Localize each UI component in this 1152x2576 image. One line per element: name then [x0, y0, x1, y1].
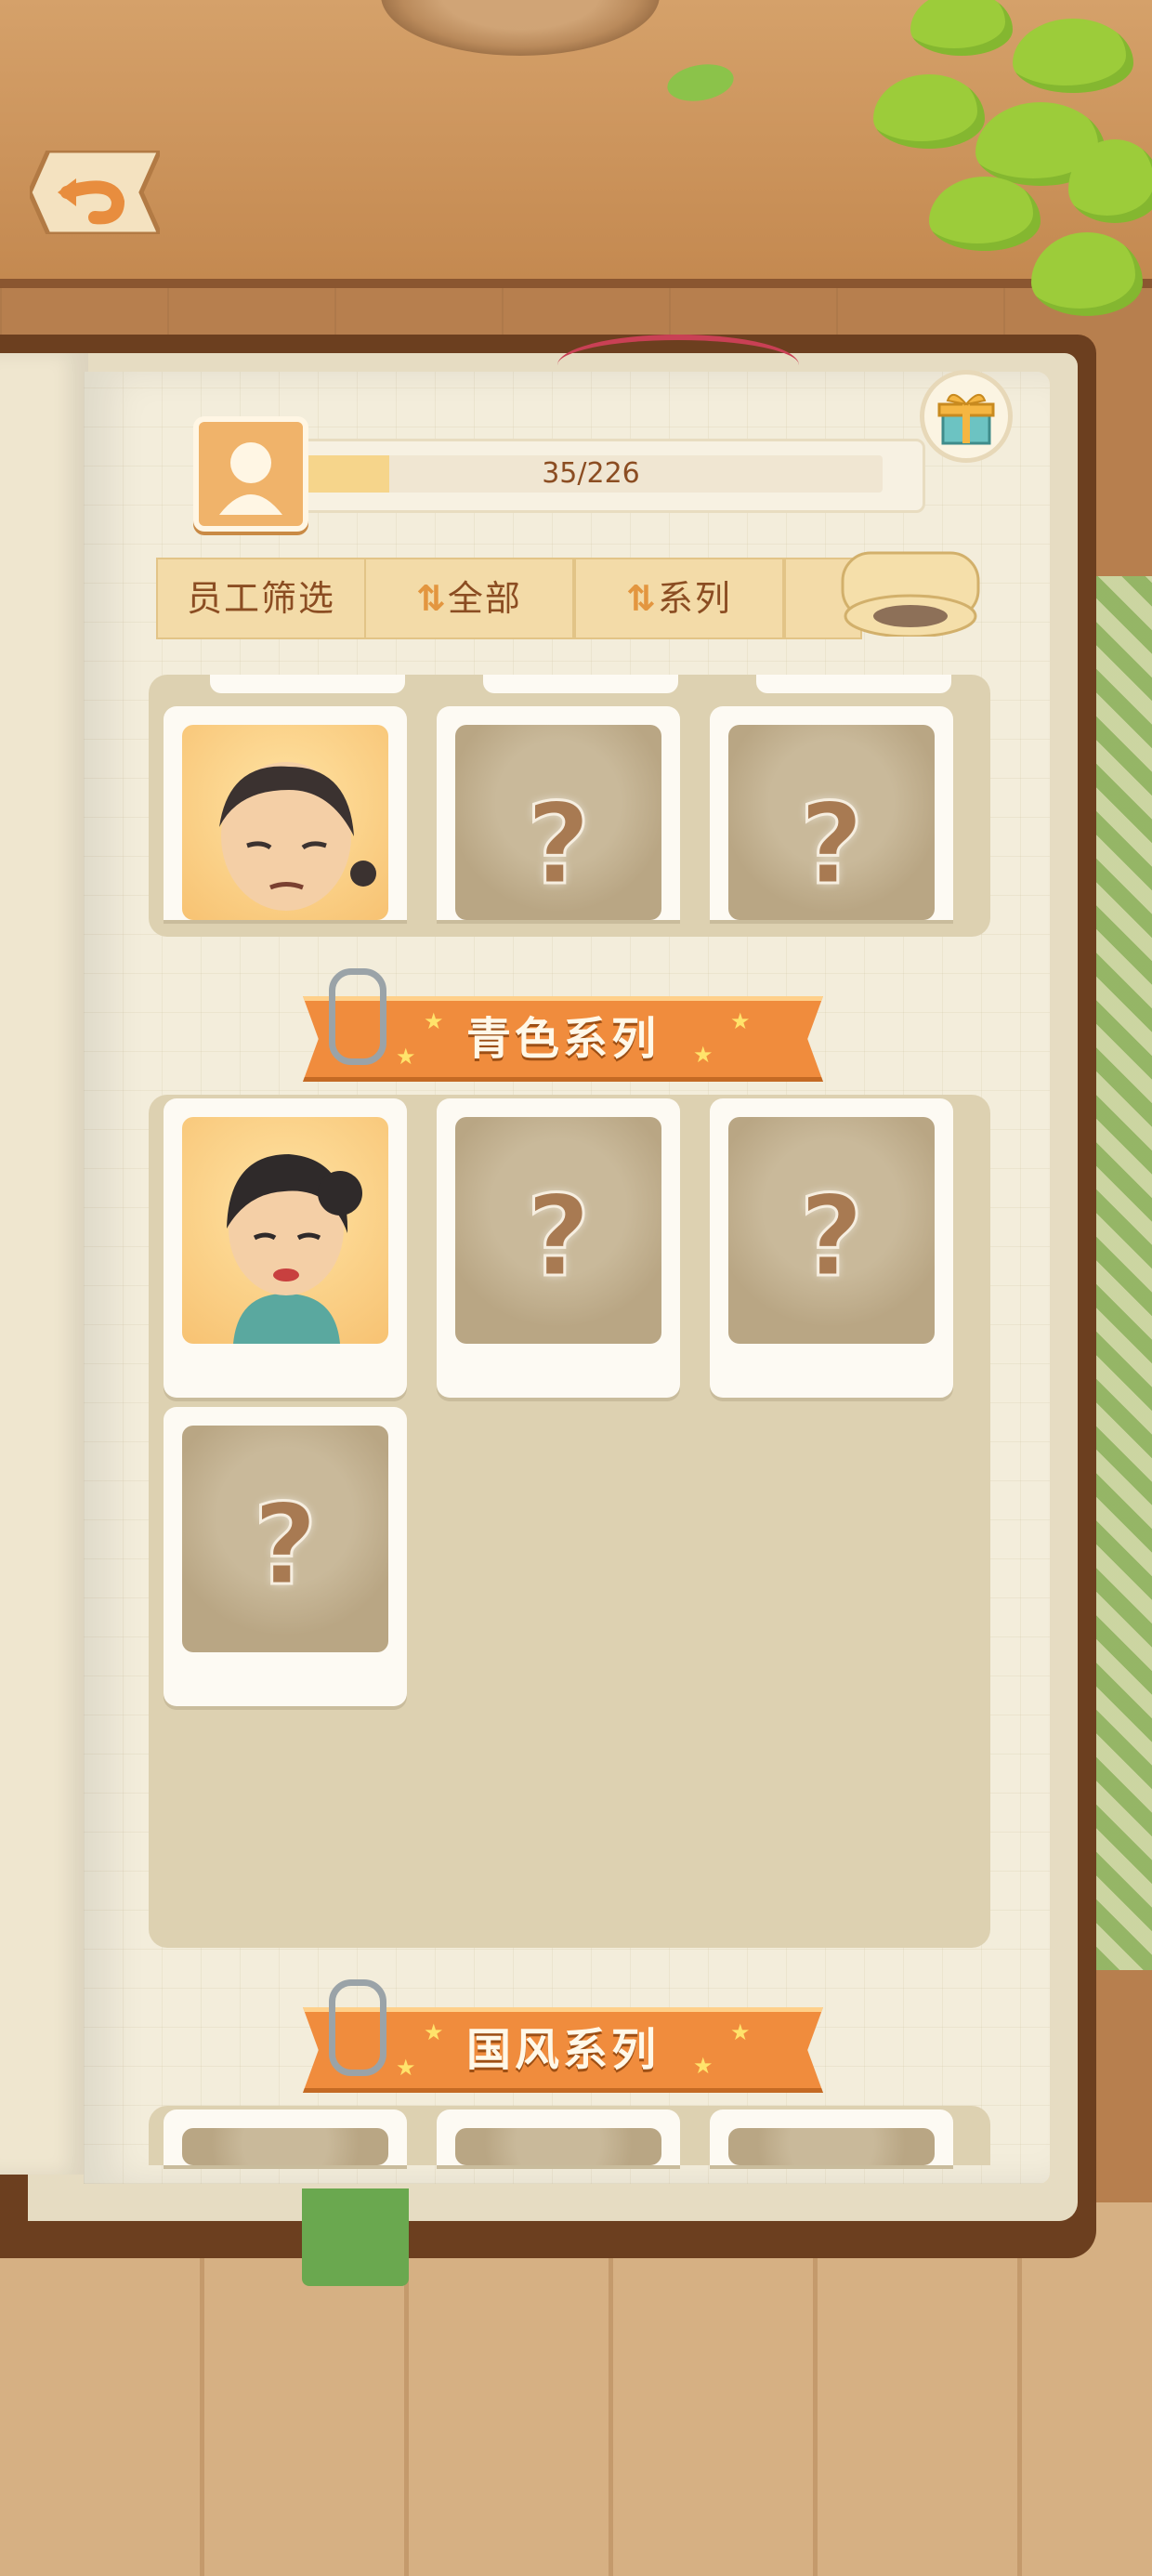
- locked-question-icon: ?: [252, 1480, 320, 1612]
- locked-question-icon: ?: [798, 1172, 866, 1304]
- sort-arrows-icon: ⇅: [626, 578, 658, 619]
- sort-series-button[interactable]: ⇅系列: [574, 558, 784, 639]
- staff-card-0-2[interactable]: ?: [710, 706, 953, 920]
- locked-question-icon: ?: [798, 780, 866, 912]
- staff-card-2-0[interactable]: [164, 2109, 407, 2165]
- gift-box-icon: [937, 394, 995, 445]
- tablecloth: [1096, 576, 1152, 1970]
- staff-card-1-2[interactable]: ?: [710, 1098, 953, 1398]
- portrait-elderly-woman: [182, 725, 388, 920]
- sort-all-button[interactable]: ⇅全部: [364, 558, 574, 639]
- staff-card-0-1[interactable]: ?: [437, 706, 680, 920]
- left-page: [0, 353, 88, 2175]
- locked-silhouette: [728, 2128, 935, 2165]
- locked-silhouette: ?: [455, 725, 661, 920]
- elderly-woman-portrait: [219, 762, 376, 911]
- locked-silhouette: [455, 2128, 661, 2165]
- back-button[interactable]: [27, 148, 164, 237]
- sort-all-label: 全部: [447, 578, 522, 619]
- back-arrow-icon: [27, 148, 164, 237]
- staff-avatar-badge: [193, 416, 308, 532]
- sort-arrows-icon: ⇅: [416, 578, 448, 619]
- staff-card-1-1[interactable]: ?: [437, 1098, 680, 1398]
- locked-question-icon: ?: [525, 1172, 593, 1304]
- progress-count: 35/226: [542, 457, 640, 490]
- bookmark-ribbon: [302, 2188, 409, 2286]
- staff-card-2-2[interactable]: [710, 2109, 953, 2165]
- tape-roll-icon: [841, 551, 980, 637]
- staff-card-0-0[interactable]: [164, 706, 407, 920]
- book-string: [557, 335, 799, 396]
- paperclip-icon: [329, 1979, 386, 2076]
- staff-card-1-3[interactable]: ?: [164, 1407, 407, 1706]
- locked-silhouette: [182, 2128, 388, 2165]
- floor-boards: [0, 2202, 1152, 2576]
- locked-question-icon: ?: [525, 780, 593, 912]
- staff-card-1-0[interactable]: [164, 1098, 407, 1398]
- locked-silhouette: ?: [182, 1426, 388, 1652]
- staff-filter-label: 员工筛选: [156, 558, 366, 639]
- staff-avatar-icon: [219, 442, 282, 515]
- locked-silhouette: ?: [728, 1117, 935, 1344]
- locked-silhouette: ?: [455, 1117, 661, 1344]
- woman-teal-portrait: [227, 1154, 362, 1344]
- locked-silhouette: ?: [728, 725, 935, 920]
- plant-decoration: [855, 0, 1152, 344]
- paperclip-icon: [329, 968, 386, 1065]
- gift-button[interactable]: [920, 370, 1013, 463]
- staff-card-2-1[interactable]: [437, 2109, 680, 2165]
- sort-series-label: 系列: [657, 578, 732, 619]
- portrait-woman-teal: [182, 1117, 388, 1344]
